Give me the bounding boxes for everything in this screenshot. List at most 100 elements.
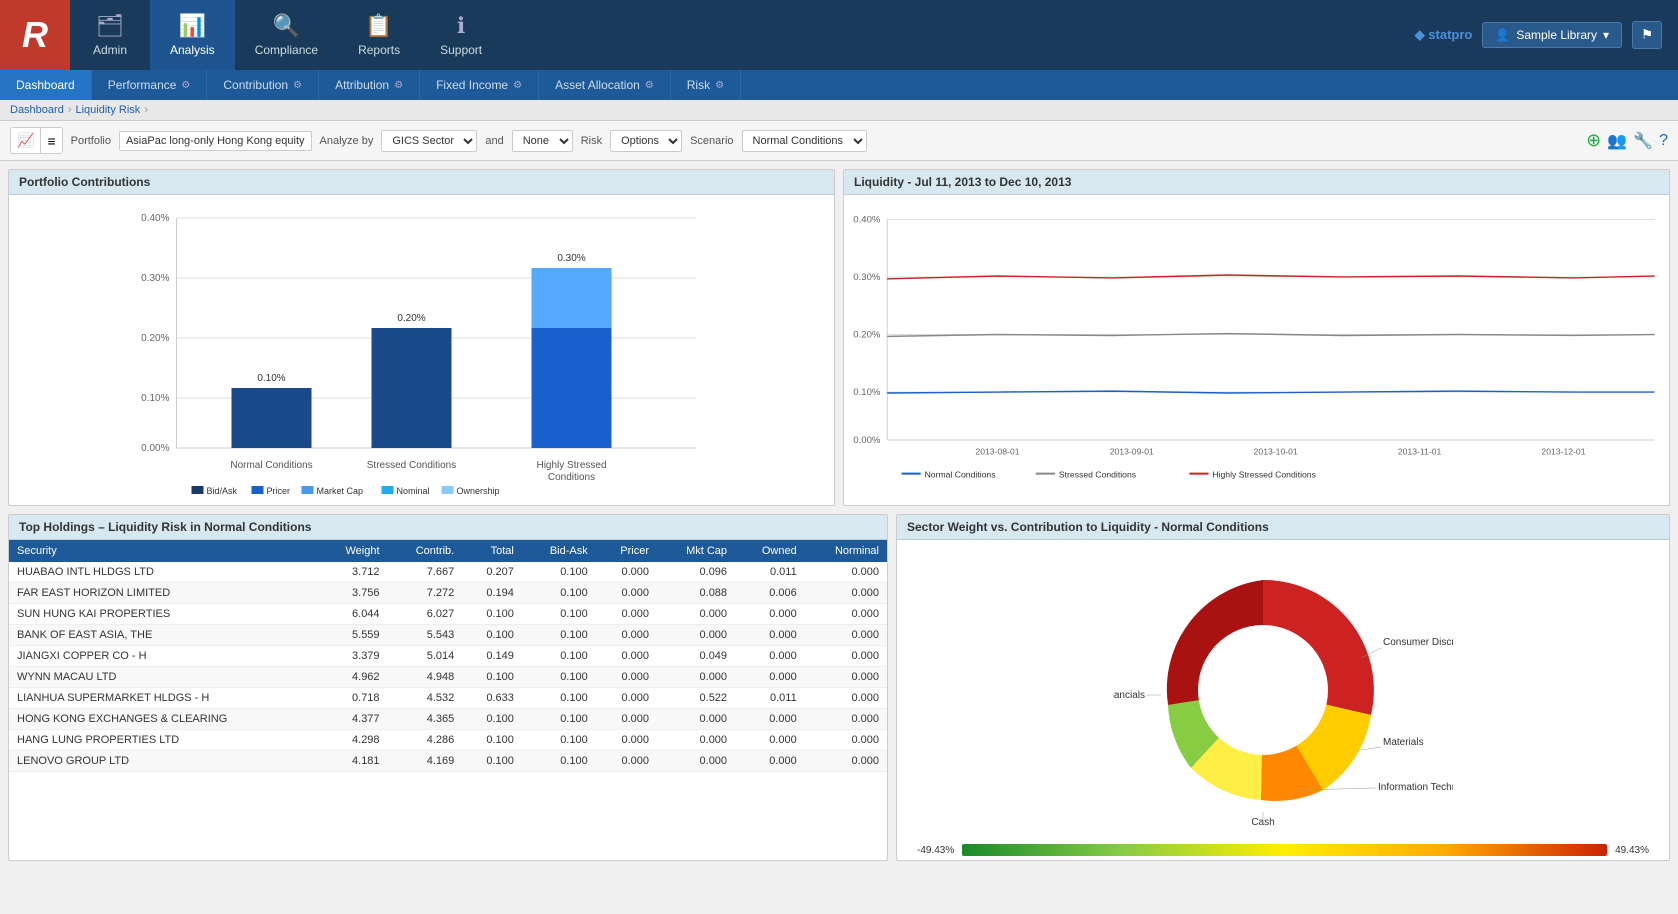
svg-text:0.30%: 0.30% bbox=[141, 273, 169, 284]
svg-text:0.30%: 0.30% bbox=[557, 253, 585, 264]
tab-contribution-label: Contribution bbox=[223, 78, 288, 92]
analysis-icon: 📊 bbox=[179, 13, 206, 39]
top-row: Portfolio Contributions 0.40% 0.30% 0.20… bbox=[8, 169, 1670, 506]
bar-normal bbox=[232, 388, 312, 448]
cell-owned: 0.000 bbox=[735, 667, 805, 688]
breadcrumb-liquidity-risk[interactable]: Liquidity Risk bbox=[76, 104, 141, 116]
breadcrumb: Dashboard › Liquidity Risk › bbox=[0, 100, 1678, 121]
tab-contribution[interactable]: Contribution ⚙ bbox=[207, 70, 319, 100]
main-content: Portfolio Contributions 0.40% 0.30% 0.20… bbox=[0, 161, 1678, 869]
table-header-row: Security Weight Contrib. Total Bid-Ask P… bbox=[9, 540, 887, 562]
breadcrumb-dashboard[interactable]: Dashboard bbox=[10, 104, 64, 116]
toolbar-actions: ⊕ 👥 🔧 ? bbox=[1586, 130, 1668, 151]
cell-weight: 4.181 bbox=[319, 751, 388, 772]
nav-admin-label: Admin bbox=[93, 43, 127, 57]
cell-contrib: 5.543 bbox=[388, 625, 463, 646]
svg-text:0.10%: 0.10% bbox=[141, 393, 169, 404]
support-icon: ℹ bbox=[457, 13, 465, 39]
cell-pricer: 0.000 bbox=[596, 709, 657, 730]
analyze-by-select[interactable]: GICS Sector bbox=[381, 130, 477, 152]
tab-attribution[interactable]: Attribution ⚙ bbox=[319, 70, 420, 100]
and-label: and bbox=[485, 135, 503, 147]
scenario-select[interactable]: Normal Conditions bbox=[742, 130, 867, 152]
sector-panel: Sector Weight vs. Contribution to Liquid… bbox=[896, 514, 1670, 861]
nav-reports-label: Reports bbox=[358, 43, 400, 57]
svg-text:2013-09-01: 2013-09-01 bbox=[1110, 446, 1154, 456]
help-button[interactable]: ? bbox=[1659, 130, 1668, 151]
cell-mkt-cap: 0.000 bbox=[657, 667, 735, 688]
asset-allocation-gear-icon: ⚙ bbox=[645, 80, 654, 91]
cell-security: LENOVO GROUP LTD bbox=[9, 751, 319, 772]
holdings-title: Top Holdings – Liquidity Risk in Normal … bbox=[9, 515, 887, 540]
fixed-income-gear-icon: ⚙ bbox=[513, 80, 522, 91]
color-bar-area: -49.43% 49.43% bbox=[897, 840, 1669, 860]
cell-owned: 0.011 bbox=[735, 562, 805, 583]
cell-total: 0.194 bbox=[462, 583, 522, 604]
bar-stressed bbox=[372, 328, 452, 448]
svg-text:0.10%: 0.10% bbox=[853, 387, 881, 398]
table-row: HONG KONG EXCHANGES & CLEARING 4.377 4.3… bbox=[9, 709, 887, 730]
tab-fixed-income[interactable]: Fixed Income ⚙ bbox=[420, 70, 539, 100]
tab-asset-allocation-label: Asset Allocation bbox=[555, 78, 640, 92]
view-toggle-group: 📈 ≡ bbox=[10, 127, 63, 154]
settings-button[interactable]: 🔧 bbox=[1633, 130, 1653, 151]
tab-asset-allocation[interactable]: Asset Allocation ⚙ bbox=[539, 70, 671, 100]
risk-gear-icon: ⚙ bbox=[715, 80, 724, 91]
chart-view-button[interactable]: 📈 bbox=[11, 128, 41, 153]
holdings-panel: Top Holdings – Liquidity Risk in Normal … bbox=[8, 514, 888, 861]
tab-dashboard[interactable]: Dashboard bbox=[0, 70, 92, 100]
nav-analysis[interactable]: 📊 Analysis bbox=[150, 0, 235, 70]
cell-mkt-cap: 0.096 bbox=[657, 562, 735, 583]
tab-performance[interactable]: Performance ⚙ bbox=[92, 70, 208, 100]
svg-text:Normal Conditions: Normal Conditions bbox=[230, 460, 312, 471]
svg-text:Ownership: Ownership bbox=[457, 486, 500, 496]
sample-library-button[interactable]: 👤 Sample Library ▾ bbox=[1482, 22, 1622, 48]
add-green-button[interactable]: ⊕ bbox=[1586, 130, 1601, 151]
portfolio-contributions-panel: Portfolio Contributions 0.40% 0.30% 0.20… bbox=[8, 169, 835, 506]
and-select[interactable]: None bbox=[512, 130, 573, 152]
cell-bid-ask: 0.100 bbox=[522, 709, 596, 730]
cell-weight: 0.718 bbox=[319, 688, 388, 709]
cell-weight: 4.377 bbox=[319, 709, 388, 730]
svg-text:2013-11-01: 2013-11-01 bbox=[1398, 446, 1442, 456]
bar-highly-stressed-main bbox=[532, 328, 612, 448]
col-contrib: Contrib. bbox=[388, 540, 463, 562]
col-pricer: Pricer bbox=[596, 540, 657, 562]
svg-text:Materials: Materials bbox=[1383, 737, 1424, 748]
cell-pricer: 0.000 bbox=[596, 730, 657, 751]
flag-button[interactable]: ⚑ bbox=[1632, 21, 1662, 49]
nav-reports[interactable]: 📋 Reports bbox=[338, 0, 420, 70]
cell-bid-ask: 0.100 bbox=[522, 562, 596, 583]
cell-weight: 4.298 bbox=[319, 730, 388, 751]
cell-mkt-cap: 0.000 bbox=[657, 730, 735, 751]
table-view-button[interactable]: ≡ bbox=[41, 128, 61, 153]
liquidity-title: Liquidity - Jul 11, 2013 to Dec 10, 2013 bbox=[844, 170, 1669, 195]
risk-label: Risk bbox=[581, 135, 602, 147]
table-row: HANG LUNG PROPERTIES LTD 4.298 4.286 0.1… bbox=[9, 730, 887, 751]
cell-mkt-cap: 0.000 bbox=[657, 604, 735, 625]
cell-total: 0.100 bbox=[462, 625, 522, 646]
users-button[interactable]: 👥 bbox=[1607, 130, 1627, 151]
cell-owned: 0.000 bbox=[735, 709, 805, 730]
table-row: LIANHUA SUPERMARKET HLDGS - H 0.718 4.53… bbox=[9, 688, 887, 709]
nav-admin[interactable]: 🗂 Admin bbox=[70, 0, 150, 70]
reports-icon: 📋 bbox=[365, 13, 392, 39]
liquidity-chart: 0.40% 0.30% 0.20% 0.10% 0.00% bbox=[844, 199, 1669, 494]
app-logo[interactable]: R bbox=[0, 0, 70, 70]
logo-letter: R bbox=[22, 14, 48, 56]
nav-support[interactable]: ℹ Support bbox=[420, 0, 502, 70]
cell-security: HONG KONG EXCHANGES & CLEARING bbox=[9, 709, 319, 730]
tab-risk[interactable]: Risk ⚙ bbox=[671, 70, 741, 100]
cell-contrib: 5.014 bbox=[388, 646, 463, 667]
svg-text:Nominal: Nominal bbox=[397, 486, 430, 496]
bar-highly-stressed-top bbox=[532, 268, 612, 328]
cell-total: 0.633 bbox=[462, 688, 522, 709]
cell-bid-ask: 0.100 bbox=[522, 583, 596, 604]
portfolio-input[interactable]: AsiaPac long-only Hong Kong equity bbox=[119, 131, 312, 151]
cell-contrib: 4.169 bbox=[388, 751, 463, 772]
col-owned: Owned bbox=[735, 540, 805, 562]
toolbar: 📈 ≡ Portfolio AsiaPac long-only Hong Kon… bbox=[0, 121, 1678, 161]
cell-weight: 3.712 bbox=[319, 562, 388, 583]
risk-select[interactable]: Options bbox=[610, 130, 682, 152]
nav-compliance[interactable]: 🔍 Compliance bbox=[235, 0, 338, 70]
